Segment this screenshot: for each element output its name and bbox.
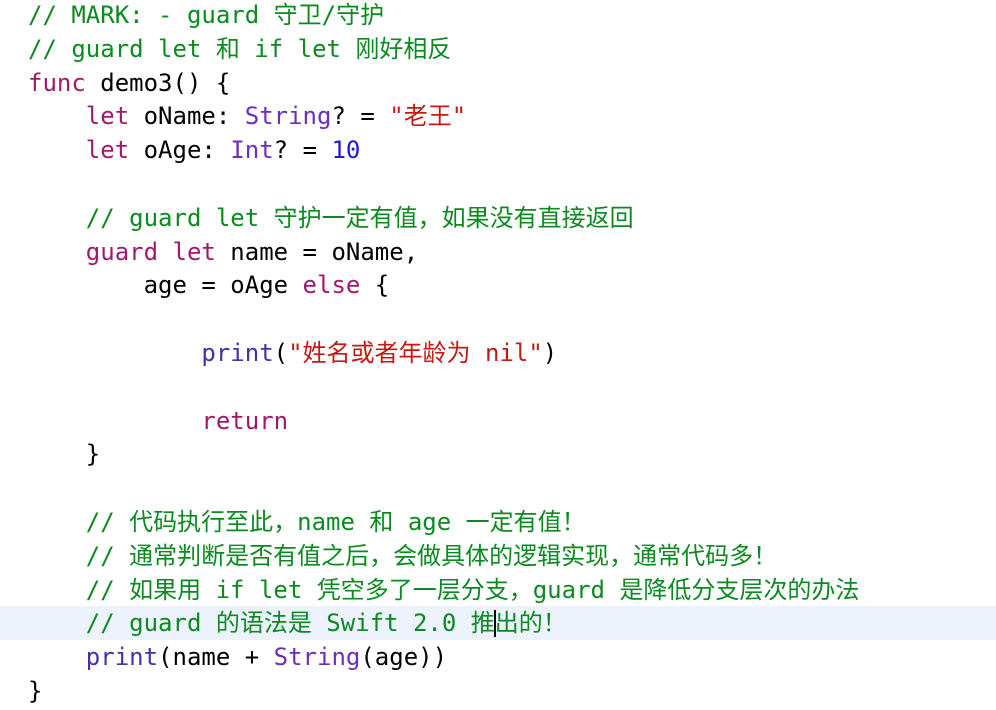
code-token-plain: ? = — [273, 136, 332, 165]
code-token-plain: age = oAge — [28, 271, 303, 300]
code-line[interactable] — [0, 167, 996, 201]
code-token-func: print — [85, 643, 159, 672]
code-token-keyword: let — [85, 136, 130, 165]
code-token-keyword: return — [201, 406, 289, 435]
code-token-plain: name = oName, — [215, 237, 419, 266]
code-token-comment: // guard 的语法是 Swift 2.0 推 — [85, 609, 495, 638]
code-token-comment: // 如果用 if let 凭空多了一层分支，guard 是降低分支层次的办法 — [85, 575, 860, 604]
code-line[interactable]: // 通常判断是否有值之后，会做具体的逻辑实现，通常代码多！ — [0, 539, 996, 573]
code-token-comment: // guard let 守护一定有值，如果没有直接返回 — [85, 203, 634, 232]
code-line[interactable] — [0, 302, 996, 336]
code-line[interactable]: // guard let 守护一定有值，如果没有直接返回 — [0, 201, 996, 235]
code-token-func: print — [201, 339, 274, 367]
code-line[interactable] — [0, 471, 996, 505]
code-token-comment: // MARK: - guard 守卫/守护 — [28, 1, 385, 29]
code-token-keyword: else — [302, 271, 361, 300]
code-token-plain: ) — [542, 339, 558, 367]
code-token-plain: } — [28, 440, 101, 469]
code-token-plain: (name + — [158, 643, 274, 672]
code-token-plain: demo3() { — [85, 68, 231, 97]
code-line[interactable]: print("姓名或者年龄为 nil") — [0, 336, 996, 370]
code-token-type: String — [244, 102, 332, 131]
code-token-plain: ( — [273, 339, 289, 367]
code-token-plain: } — [28, 677, 43, 705]
code-token-string: "老王" — [389, 102, 467, 131]
code-line[interactable]: age = oAge else { — [0, 268, 996, 302]
code-token-comment: // 代码执行至此，name 和 age 一定有值！ — [85, 508, 586, 536]
code-token-number: 10 — [331, 136, 361, 165]
code-line[interactable] — [0, 370, 996, 404]
code-token-plain: oName: — [129, 102, 245, 131]
code-line[interactable]: } — [0, 437, 996, 471]
code-token-comment: // guard let 和 if let 刚好相反 — [28, 34, 452, 63]
code-token-string: "姓名或者年龄为 nil" — [288, 339, 543, 367]
code-token-plain: oAge: — [129, 136, 231, 165]
code-editor[interactable]: // MARK: - guard 守卫/守护 // guard let 和 if … — [0, 0, 996, 710]
code-token-comment: 出的！ — [494, 609, 567, 638]
code-token-plain: (age)) — [360, 643, 448, 672]
code-token-plain: { — [360, 271, 390, 300]
code-line[interactable]: // guard let 和 if let 刚好相反 — [0, 32, 996, 66]
code-line[interactable]: // 代码执行至此，name 和 age 一定有值！ — [0, 505, 996, 539]
code-line[interactable]: let oAge: Int? = 10 — [0, 133, 996, 167]
code-token-type: Int — [230, 136, 274, 165]
code-line[interactable]: // 如果用 if let 凭空多了一层分支，guard 是降低分支层次的办法 — [0, 573, 996, 607]
code-line[interactable]: guard let name = oName, — [0, 235, 996, 269]
code-line[interactable]: return — [0, 404, 996, 438]
code-line[interactable]: let oName: String? = "老王" — [0, 99, 996, 133]
code-line[interactable]: } — [0, 674, 996, 708]
code-token-keyword: let — [85, 102, 130, 131]
code-token-comment: // 通常判断是否有值之后，会做具体的逻辑实现，通常代码多！ — [85, 541, 778, 570]
code-line[interactable]: func demo3() { — [0, 66, 996, 100]
code-token-type: String — [273, 643, 361, 672]
code-token-keyword: guard — [85, 237, 159, 266]
code-token-keyword: func — [28, 68, 86, 97]
code-line[interactable]: // MARK: - guard 守卫/守护 — [0, 0, 996, 32]
code-line[interactable]: // guard 的语法是 Swift 2.0 推出的！ — [0, 606, 996, 641]
code-token-keyword: let — [172, 237, 216, 266]
code-token-plain: ? = — [331, 102, 390, 131]
code-line[interactable]: print(name + String(age)) — [0, 640, 996, 674]
